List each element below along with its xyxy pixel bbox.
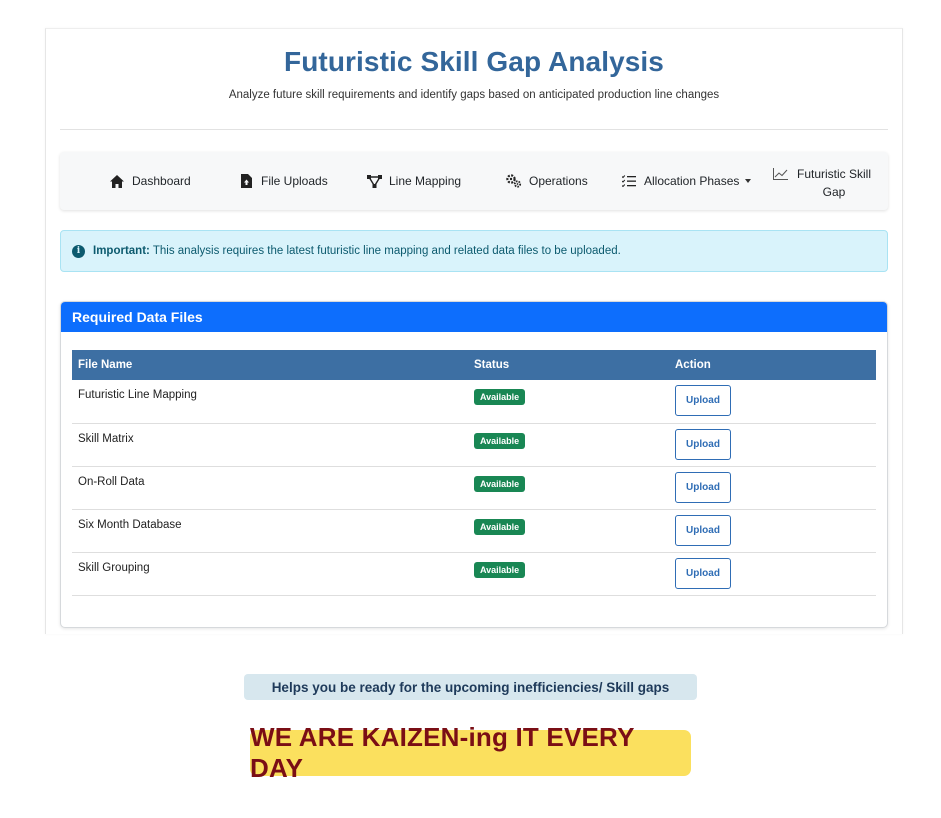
important-alert: i Important: This analysis requires the … [60, 230, 888, 272]
file-name-cell: Six Month Database [72, 509, 468, 553]
line-mapping-icon [366, 173, 382, 189]
status-cell: Available [468, 380, 669, 424]
table-row: On-Roll Data Available Upload [72, 466, 876, 510]
alert-text: This analysis requires the latest futuri… [152, 245, 621, 257]
required-files-panel: Required Data Files File Name Status Act… [60, 301, 888, 628]
nav-item-file-uploads[interactable]: File Uploads [238, 152, 328, 210]
alert-strong: Important: [93, 245, 150, 257]
upload-button[interactable]: Upload [675, 471, 731, 503]
gears-icon [506, 173, 522, 189]
upload-button[interactable]: Upload [675, 514, 731, 546]
nav-item-label: Line Mapping [389, 174, 462, 188]
tagline-banner: Helps you be ready for the upcoming inef… [244, 674, 697, 700]
nav-item-operations[interactable]: Operations [506, 152, 588, 210]
divider [60, 129, 888, 130]
table-header-row: File Name Status Action [72, 350, 876, 380]
upload-button[interactable]: Upload [675, 557, 731, 589]
nav-item-label: Operations [529, 174, 588, 188]
action-cell: Upload [669, 466, 876, 510]
page-subtitle: Analyze future skill requirements and id… [228, 89, 720, 101]
panel-title: Required Data Files [61, 302, 887, 332]
status-cell: Available [468, 466, 669, 510]
main-card: Futuristic Skill Gap Analysis Analyze fu… [45, 28, 903, 634]
nav-item-label: Allocation Phases [644, 174, 740, 188]
action-cell: Upload [669, 509, 876, 553]
list-check-icon [621, 173, 637, 189]
status-badge: Available [474, 475, 526, 492]
file-upload-icon [238, 173, 254, 189]
action-cell: Upload [669, 380, 876, 424]
file-name-cell: Skill Grouping [72, 552, 468, 596]
home-icon [109, 173, 125, 189]
nav-item-dashboard[interactable]: Dashboard [109, 152, 191, 210]
table-row: Futuristic Line Mapping Available Upload [72, 380, 876, 424]
upload-button[interactable]: Upload [675, 385, 731, 416]
column-header-status: Status [468, 350, 669, 380]
action-cell: Upload [669, 552, 876, 596]
column-header-file-name: File Name [72, 350, 468, 380]
table-row: Skill Grouping Available Upload [72, 552, 876, 596]
nav-item-label: File Uploads [261, 174, 328, 188]
upload-button[interactable]: Upload [675, 428, 731, 460]
file-name-cell: Skill Matrix [72, 423, 468, 467]
status-cell: Available [468, 509, 669, 553]
nav-item-allocation-phases[interactable]: Allocation Phases [621, 152, 752, 210]
file-name-cell: On-Roll Data [72, 466, 468, 510]
status-badge: Available [474, 389, 526, 405]
nav-item-futuristic-skill-gap[interactable]: Futuristic Skill Gap [772, 152, 873, 210]
nav-item-label: Dashboard [132, 174, 191, 188]
nav-item-line-mapping[interactable]: Line Mapping [366, 152, 461, 210]
table-row: Skill Matrix Available Upload [72, 423, 876, 467]
column-header-action: Action [669, 350, 876, 380]
status-cell: Available [468, 552, 669, 596]
status-badge: Available [474, 518, 526, 535]
files-table: File Name Status Action Futuristic Line … [72, 350, 876, 596]
table-row: Six Month Database Available Upload [72, 509, 876, 553]
line-chart-icon [772, 166, 788, 182]
info-icon: i [72, 244, 85, 258]
status-badge: Available [474, 432, 526, 449]
chevron-down-icon [745, 179, 752, 183]
top-navbar: Dashboard File Uploads Line Mapping Oper… [60, 152, 888, 210]
action-cell: Upload [669, 423, 876, 467]
status-cell: Available [468, 423, 669, 467]
page-title: Futuristic Skill Gap Analysis [284, 46, 664, 77]
status-badge: Available [474, 561, 526, 578]
file-name-cell: Futuristic Line Mapping [72, 380, 468, 424]
nav-item-label: Futuristic Skill Gap [796, 167, 871, 199]
slogan-banner: WE ARE KAIZEN-ing IT EVERY DAY [250, 722, 691, 783]
